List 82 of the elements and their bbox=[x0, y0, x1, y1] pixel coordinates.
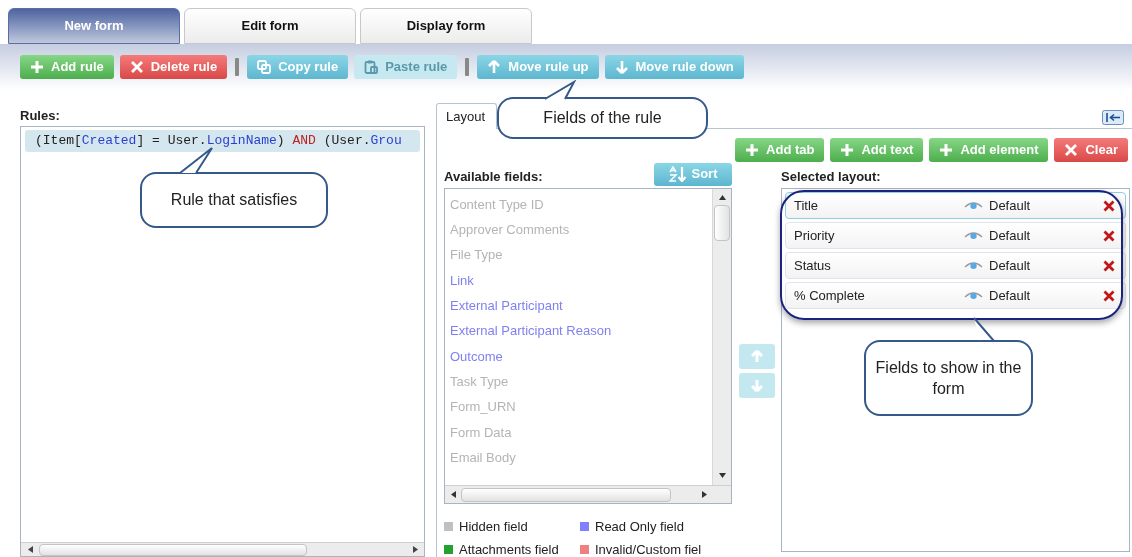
field-item[interactable]: External Participant bbox=[450, 293, 712, 319]
vertical-scrollbar[interactable] bbox=[712, 189, 731, 485]
collapse-panel-icon[interactable] bbox=[1102, 110, 1124, 125]
plus-icon bbox=[840, 143, 855, 157]
copy-icon bbox=[257, 60, 272, 74]
plus-icon bbox=[939, 143, 954, 157]
field-item[interactable]: Approver Comments bbox=[450, 217, 712, 243]
plus-icon bbox=[745, 143, 760, 157]
move-down-button[interactable]: Move rule down bbox=[604, 55, 744, 79]
arrow-up-icon bbox=[751, 350, 763, 363]
eye-icon[interactable] bbox=[964, 200, 983, 211]
scrollbar-thumb[interactable] bbox=[714, 205, 730, 241]
field-item[interactable]: Form_URN bbox=[450, 394, 712, 420]
field-item[interactable]: Email Body bbox=[450, 444, 712, 471]
callout: Fields to show in the form bbox=[864, 340, 1033, 416]
field-item[interactable]: Form Data bbox=[450, 419, 712, 445]
horizontal-scrollbar[interactable] bbox=[445, 485, 731, 503]
available-fields-label: Available fields: bbox=[444, 167, 543, 186]
toolbar-separator bbox=[235, 58, 240, 76]
scroll-left-icon[interactable] bbox=[450, 491, 456, 498]
eye-icon[interactable] bbox=[964, 260, 983, 271]
remove-icon[interactable] bbox=[1103, 259, 1115, 272]
sort-icon bbox=[668, 166, 687, 182]
visibility-label[interactable]: Default bbox=[989, 195, 1103, 216]
field-name: Title bbox=[794, 196, 820, 215]
close-icon bbox=[1064, 143, 1079, 157]
sort-button[interactable]: Sort bbox=[654, 162, 732, 186]
clear-button[interactable]: Clear bbox=[1054, 138, 1128, 162]
legend-label: Invalid/Custom fiel bbox=[595, 540, 702, 557]
delete-button[interactable]: Delete rule bbox=[119, 55, 228, 79]
selected-layout-label: Selected layout: bbox=[781, 167, 881, 186]
rules-label: Rules: bbox=[20, 106, 60, 125]
scrollbar-thumb[interactable] bbox=[461, 487, 671, 502]
toolbar-separator bbox=[465, 58, 470, 76]
field-item[interactable]: Link bbox=[450, 267, 712, 294]
eye-icon[interactable] bbox=[964, 290, 983, 301]
layout-tab[interactable]: Layout bbox=[436, 103, 497, 129]
remove-icon[interactable] bbox=[1103, 229, 1115, 242]
scroll-up-icon[interactable] bbox=[718, 195, 726, 200]
field-name: Priority bbox=[794, 226, 836, 245]
visibility-label[interactable]: Default bbox=[989, 225, 1103, 246]
field-item[interactable]: Content Type ID bbox=[450, 192, 712, 218]
field-name: % Complete bbox=[794, 286, 866, 305]
horizontal-scrollbar[interactable] bbox=[21, 542, 424, 556]
close-icon bbox=[129, 60, 144, 74]
tab[interactable]: New form bbox=[8, 8, 180, 44]
arrow-down-icon bbox=[614, 60, 629, 74]
legend-label: Read Only field bbox=[595, 518, 684, 536]
scroll-down-icon[interactable] bbox=[718, 473, 726, 478]
layout-row[interactable]: Status Default bbox=[785, 252, 1126, 279]
add-button[interactable]: Add element bbox=[929, 138, 1049, 162]
eye-icon[interactable] bbox=[964, 230, 983, 241]
arrow-up-icon bbox=[487, 60, 502, 74]
scroll-right-icon[interactable] bbox=[412, 546, 418, 553]
arrow-down-icon bbox=[751, 379, 763, 392]
clipboard-icon bbox=[364, 60, 379, 74]
remove-icon[interactable] bbox=[1103, 199, 1115, 212]
visibility-label[interactable]: Default bbox=[989, 285, 1103, 306]
add-button[interactable]: Add rule bbox=[20, 55, 114, 79]
plus-icon bbox=[30, 60, 44, 74]
field-item[interactable]: File Type bbox=[450, 242, 712, 268]
scroll-left-icon[interactable] bbox=[27, 546, 33, 553]
layout-row[interactable]: Title Default bbox=[785, 192, 1126, 219]
field-item[interactable]: External Participant Reason bbox=[450, 318, 712, 344]
move-up-button[interactable]: Move rule up bbox=[477, 55, 599, 79]
field-item[interactable]: Outcome bbox=[450, 343, 712, 370]
copy-button[interactable]: Copy rule bbox=[247, 55, 349, 79]
scrollbar-thumb[interactable] bbox=[39, 543, 307, 556]
add-button[interactable]: Add tab bbox=[735, 138, 825, 162]
rule-row[interactable]: (Item[Created] = User.LoginName) AND (User.Grou bbox=[25, 130, 420, 152]
field-name: Status bbox=[794, 256, 832, 275]
visibility-label[interactable]: Default bbox=[989, 255, 1103, 276]
legend-label: Attachments field bbox=[459, 540, 559, 557]
remove-icon[interactable] bbox=[1103, 289, 1115, 302]
layout-row[interactable]: Priority Default bbox=[785, 222, 1126, 249]
scroll-right-icon[interactable] bbox=[701, 491, 707, 498]
add-button[interactable]: Add text bbox=[830, 138, 924, 162]
legend-label: Hidden field bbox=[459, 518, 528, 536]
layout-row[interactable]: % Complete Default bbox=[785, 282, 1126, 309]
tab[interactable]: Edit form bbox=[184, 8, 356, 44]
field-item[interactable]: Task Type bbox=[450, 369, 712, 395]
tab[interactable]: Display form bbox=[360, 8, 532, 44]
